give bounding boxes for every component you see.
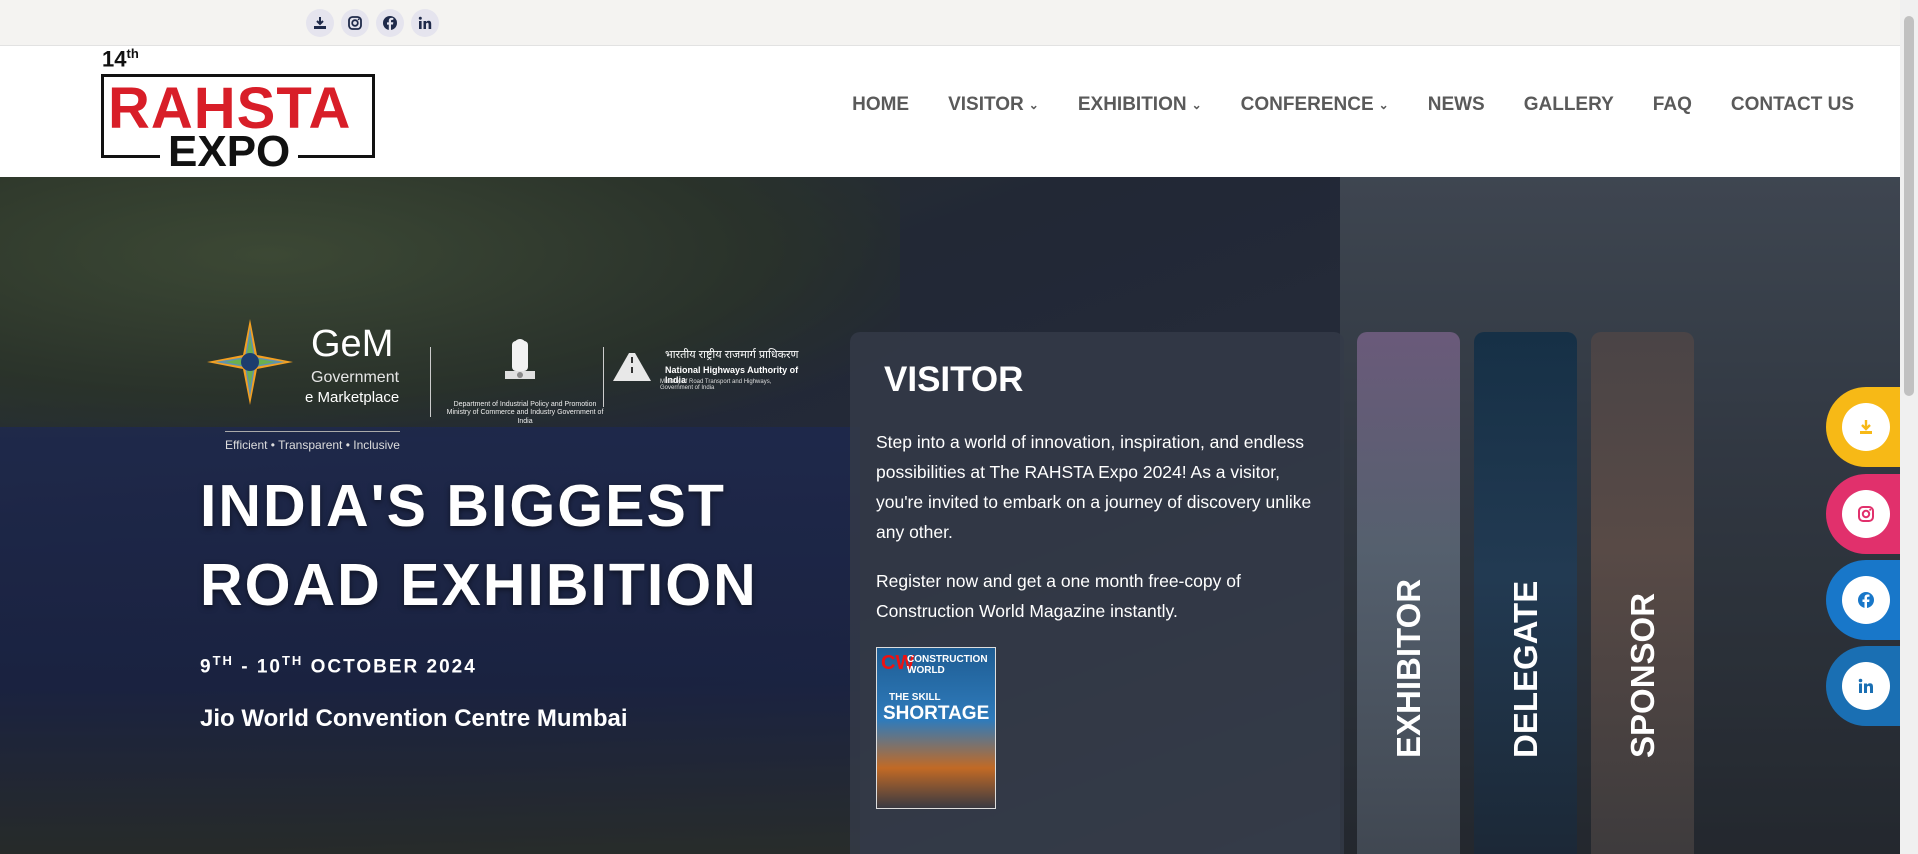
linkedin-icon	[1842, 662, 1890, 710]
logo-edition: 14th	[102, 46, 139, 72]
gem-subtitle-emarketplace: e Marketplace	[305, 389, 400, 406]
facebook-icon	[1842, 576, 1890, 624]
delegate-card[interactable]: DELEGATE	[1474, 332, 1577, 854]
nav-home[interactable]: HOME	[852, 94, 909, 116]
nav-visitor[interactable]: VISITOR ⌄	[948, 94, 1039, 116]
exhibitor-card[interactable]: EXHIBITOR	[1357, 332, 1460, 854]
visitor-card-intro: Step into a world of innovation, inspira…	[876, 432, 1312, 542]
scrollbar-thumb[interactable]	[1904, 16, 1914, 396]
floating-instagram-button[interactable]	[1826, 474, 1900, 554]
gem-star-logo	[207, 319, 293, 405]
nav-conference[interactable]: CONFERENCE ⌄	[1241, 94, 1389, 116]
gem-subtitle-government: Government	[311, 369, 400, 386]
national-emblem-icon	[505, 339, 535, 379]
magazine-kicker: THE SKILL	[889, 692, 941, 703]
logo-word-expo: EXPO	[160, 130, 299, 174]
linkedin-icon[interactable]	[411, 9, 439, 37]
hero-section: GeM Government e Marketplace Efficient •…	[0, 177, 1900, 854]
chevron-down-icon: ⌄	[1191, 98, 1202, 112]
facebook-icon[interactable]	[376, 9, 404, 37]
site-header: 14th RAHSTA EXPO HOME VISITOR ⌄ EXHIBITIO…	[0, 46, 1900, 177]
visitor-card-title: VISITOR	[884, 360, 1024, 399]
exhibitor-card-label: EXHIBITOR	[1389, 578, 1427, 758]
floating-linkedin-button[interactable]	[1826, 646, 1900, 726]
magazine-headline: SHORTAGE	[883, 703, 990, 724]
partner-logos: GeM Government e Marketplace Efficient •…	[205, 317, 805, 457]
partner-divider	[430, 347, 431, 417]
magazine-name: CONSTRUCTION WORLD	[907, 654, 988, 676]
partner-divider	[603, 347, 604, 407]
nhai-road-icon	[613, 353, 651, 381]
delegate-card-label: DELEGATE	[1506, 580, 1544, 758]
chevron-down-icon: ⌄	[1028, 98, 1039, 112]
nhai-ministry: Ministry of Road Transport and Highways,…	[660, 379, 772, 391]
instagram-icon[interactable]	[341, 9, 369, 37]
top-social-bar	[0, 0, 1900, 46]
instagram-icon	[1842, 490, 1890, 538]
nav-news[interactable]: NEWS	[1428, 94, 1485, 116]
event-venue: Jio World Convention Centre Mumbai	[200, 705, 628, 732]
nav-exhibition[interactable]: EXHIBITION ⌄	[1078, 94, 1202, 116]
page-scrollbar[interactable]	[1900, 0, 1918, 854]
main-nav: HOME VISITOR ⌄ EXHIBITION ⌄ CONFERENCE ⌄ NE…	[813, 94, 1854, 116]
gem-title: GeM	[311, 323, 394, 365]
event-dates: 9TH - 10TH OCTOBER 2024	[200, 653, 477, 678]
download-icon[interactable]	[306, 9, 334, 37]
headline-line-2: ROAD EXHIBITION	[200, 552, 758, 618]
rahsta-expo-logo[interactable]: 14th RAHSTA EXPO	[98, 46, 378, 176]
floating-download-button[interactable]	[1826, 387, 1900, 467]
chevron-down-icon: ⌄	[1378, 98, 1389, 112]
headline-line-1: INDIA'S BIGGEST	[200, 473, 726, 539]
sponsor-card[interactable]: SPONSOR	[1591, 332, 1694, 854]
construction-world-magazine-cover[interactable]: CW CONSTRUCTION WORLD THE SKILL SHORTAGE	[876, 647, 996, 809]
nav-faq[interactable]: FAQ	[1653, 94, 1692, 116]
floating-facebook-button[interactable]	[1826, 560, 1900, 640]
nhai-hindi-name: भारतीय राष्ट्रीय राजमार्ग प्राधिकरण	[665, 349, 799, 361]
visitor-card[interactable]: VISITOR Step into a world of innovation,…	[850, 332, 1344, 854]
nav-contact-us[interactable]: CONTACT US	[1731, 94, 1854, 116]
download-icon	[1842, 403, 1890, 451]
nav-gallery[interactable]: GALLERY	[1524, 94, 1614, 116]
sponsor-card-label: SPONSOR	[1623, 592, 1661, 758]
gem-tagline: Efficient • Transparent • Inclusive	[225, 431, 400, 452]
visitor-card-offer: Register now and get a one month free-co…	[876, 571, 1241, 621]
dipp-label: Department of Industrial Policy and Prom…	[446, 401, 604, 425]
hero-headline: INDIA'S BIGGEST ROAD EXHIBITION	[200, 467, 758, 625]
